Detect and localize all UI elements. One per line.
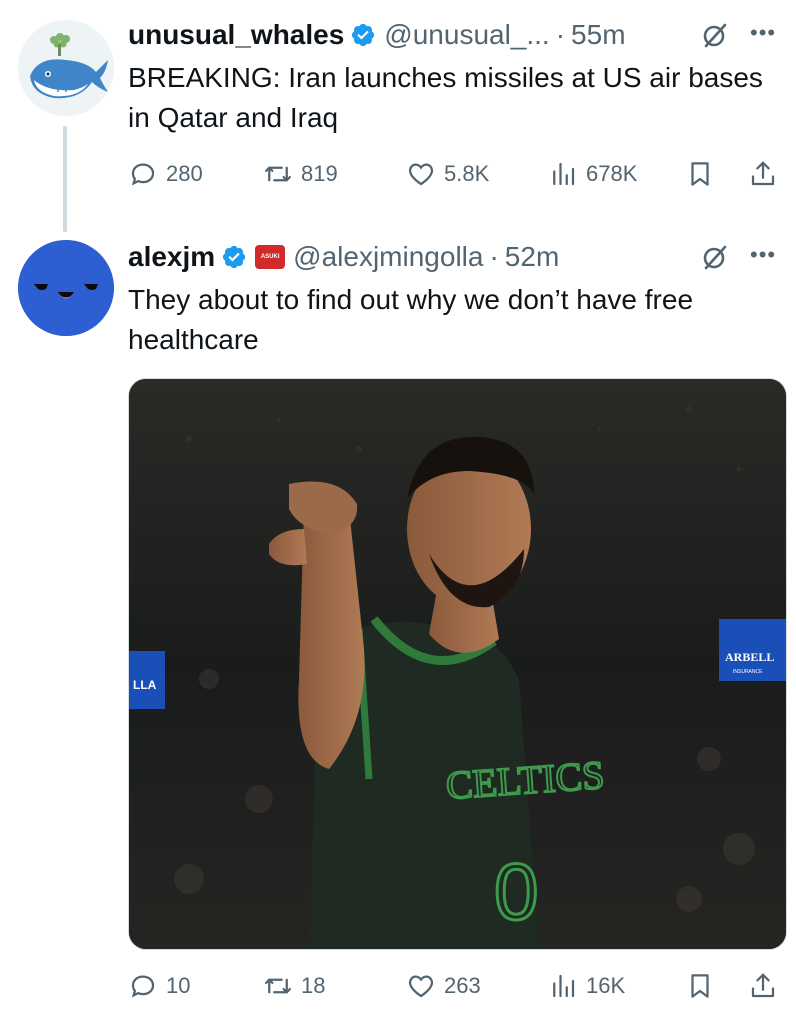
repost-icon [265, 166, 291, 182]
heart-icon [408, 975, 434, 998]
tweet-text: They about to find out why we don’t have… [128, 284, 694, 355]
share-icon [751, 973, 775, 998]
display-name[interactable]: unusual_whales [128, 18, 344, 52]
tweet-media-image[interactable]: LLA ARBELL INSURANCE CELTICS 0 [128, 378, 787, 950]
reply-button[interactable]: 280 [128, 159, 203, 189]
heart-icon [408, 163, 434, 186]
bookmark-icon [691, 162, 709, 186]
whale-logo-icon [18, 20, 114, 116]
repost-button[interactable]: 18 [263, 971, 325, 1001]
like-button[interactable]: 263 [406, 971, 481, 1001]
views-chart-icon [553, 974, 575, 998]
reply-icon [131, 163, 155, 186]
tweet-2-actions: 10 18 263 16K [128, 968, 788, 1004]
views-count: 678K [586, 161, 638, 186]
bookmark-icon [691, 974, 709, 998]
avatar-unusual-whales[interactable] [18, 20, 114, 116]
like-count: 263 [444, 973, 481, 998]
share-button[interactable] [748, 159, 778, 189]
repost-count: 819 [301, 161, 338, 186]
arena-sign-sub: INSURANCE [733, 669, 763, 675]
bookmark-button[interactable] [685, 971, 715, 1001]
affiliate-badge[interactable]: ASUKI [255, 245, 286, 269]
more-options-icon[interactable]: ••• [750, 20, 776, 46]
separator-dot: · [489, 241, 499, 272]
views-button[interactable]: 16K [548, 971, 625, 1001]
repost-icon [265, 978, 291, 994]
share-button[interactable] [748, 971, 778, 1001]
arena-sign-right: ARBELL [725, 650, 774, 664]
avatar-alexjm[interactable] [18, 240, 114, 336]
timestamp[interactable]: 55m [571, 18, 625, 52]
thread-connector-line [63, 126, 67, 232]
like-button[interactable]: 5.8K [406, 159, 489, 189]
tweet-2-header: alexjm ASUKI @alexjmingolla · 52m [128, 240, 559, 274]
arena-sign-left: LLA [133, 678, 157, 692]
tweet-1-header: unusual_whales @unusual_... · 55m [128, 18, 626, 52]
reply-icon [131, 975, 155, 998]
handle[interactable]: @alexjmingolla [293, 240, 483, 274]
more-options-icon[interactable]: ••• [750, 242, 776, 268]
timestamp[interactable]: 52m [505, 240, 559, 274]
repost-button[interactable]: 819 [263, 159, 338, 189]
display-name[interactable]: alexjm [128, 240, 215, 274]
views-count: 16K [586, 973, 626, 998]
views-button[interactable]: 678K [548, 159, 637, 189]
reply-count: 10 [166, 973, 191, 998]
separator-dot: · [555, 19, 566, 50]
repost-count: 18 [301, 973, 326, 998]
reply-count: 280 [166, 161, 203, 186]
share-icon [751, 161, 775, 186]
handle[interactable]: @unusual_... [384, 18, 549, 52]
verified-badge-icon [223, 245, 246, 269]
smiley-face-icon [18, 240, 114, 336]
views-chart-icon [553, 162, 575, 186]
bookmark-button[interactable] [685, 159, 715, 189]
grok-icon[interactable] [700, 242, 730, 272]
grok-icon[interactable] [700, 20, 730, 50]
verified-badge-icon [352, 23, 375, 47]
reply-button[interactable]: 10 [128, 971, 190, 1001]
like-count: 5.8K [444, 161, 490, 186]
tweet-text: BREAKING: Iran launches missiles at US a… [128, 62, 763, 133]
tweet-1-actions: 280 819 5.8K 678K [128, 156, 788, 192]
jersey-number: 0 [494, 847, 539, 936]
basketball-player-image: LLA ARBELL INSURANCE CELTICS 0 [129, 379, 786, 949]
